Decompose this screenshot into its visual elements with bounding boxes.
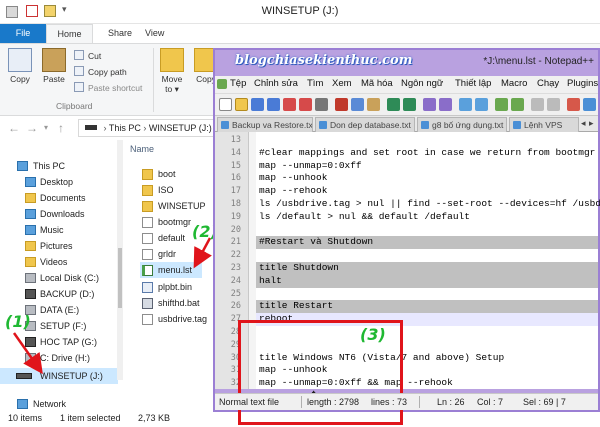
menu-xem[interactable]: Xem xyxy=(332,78,352,89)
sync-scroll-icon[interactable] xyxy=(495,98,508,111)
annotation-step-1: (1) xyxy=(5,312,31,331)
tab-label: Lệnh VPS xyxy=(524,120,563,130)
zoom-in-icon[interactable] xyxy=(459,98,472,111)
code-line[interactable]: #clear mappings and set root in case we … xyxy=(259,147,595,158)
code-line[interactable]: map --unmap=0:0xff xyxy=(259,160,362,171)
code-line[interactable]: map --unhook xyxy=(259,172,327,183)
status-length: length : 2798 xyxy=(307,397,360,407)
status-lines: lines : 73 xyxy=(371,397,408,407)
code-editor[interactable]: 13 14 #clear mappings and set root in case… xyxy=(215,132,600,425)
npp-titlebar: blogchiasekienthuc.com *J:\menu.lst - No… xyxy=(215,50,598,76)
code-line[interactable]: ls /default > nul && default /default xyxy=(259,211,470,222)
redo-icon[interactable] xyxy=(403,98,416,111)
status-file-type: Normal text file xyxy=(219,397,280,407)
line-number: 20 xyxy=(230,224,241,235)
indent-guide-icon[interactable] xyxy=(547,98,560,111)
tab-backup-restore[interactable]: Backup va Restore.txt xyxy=(217,117,313,132)
menu-thiet-lap[interactable]: Thiết lập xyxy=(455,78,491,89)
paste-icon[interactable] xyxy=(367,98,380,111)
watermark-text: blogchiasekienthuc.com xyxy=(235,53,413,68)
menu-ngon-ngu[interactable]: Ngôn ngữ xyxy=(401,78,443,89)
tab-label: g8 bố ứng dụng.txt xyxy=(432,120,504,130)
menu-tim[interactable]: Tìm xyxy=(307,78,323,89)
file-tab-icon xyxy=(221,121,229,129)
zoom-out-icon[interactable] xyxy=(475,98,488,111)
macro-play-icon[interactable] xyxy=(583,98,596,111)
show-all-chars-icon[interactable] xyxy=(531,98,544,111)
menu-tep[interactable]: Tệp xyxy=(230,78,246,89)
menu-chay[interactable]: Chạy xyxy=(537,78,559,89)
status-col: Col : 7 xyxy=(477,397,504,407)
npp-tab-bar: Backup va Restore.txt Don dep database.t… xyxy=(215,116,598,132)
npp-status-bar: Normal text file length : 2798 lines : 7… xyxy=(215,393,598,410)
tab-label: Backup va Restore.txt xyxy=(232,120,313,130)
tab-scroll-right-icon[interactable]: ▸ xyxy=(589,118,594,129)
copy-icon[interactable] xyxy=(351,98,364,111)
status-sel: Sel : 69 | 7 xyxy=(523,397,566,407)
undo-icon[interactable] xyxy=(387,98,400,111)
code-line[interactable]: title Shutdown xyxy=(259,262,339,273)
line-number: 16 xyxy=(230,173,241,184)
save-icon[interactable] xyxy=(251,98,264,111)
status-ln: Ln : 26 xyxy=(437,397,465,407)
notepad-plus-plus-window: blogchiasekienthuc.com *J:\menu.lst - No… xyxy=(213,48,600,425)
file-tab-icon xyxy=(513,121,521,129)
npp-window-title: *J:\menu.lst - Notepad++ xyxy=(483,56,594,67)
tab-lenh-vps[interactable]: Lệnh VPS xyxy=(509,117,579,132)
line-number: 15 xyxy=(230,160,241,171)
line-number: 24 xyxy=(230,275,241,286)
line-number: 14 xyxy=(230,147,241,158)
annotation-step-3: (3) xyxy=(360,325,386,344)
menu-macro[interactable]: Macro xyxy=(501,78,527,89)
npp-menu-bar: Tệp Chỉnh sửa Tìm Xem Mã hóa Ngôn ngữ Th… xyxy=(215,76,598,93)
code-line[interactable]: map --rehook xyxy=(259,185,327,196)
code-line[interactable]: ls /usbdrive.tag > nul || find --set-roo… xyxy=(259,198,600,209)
print-icon[interactable] xyxy=(315,98,328,111)
file-tab-icon xyxy=(319,121,327,129)
code-line[interactable]: #Restart và Shutdown xyxy=(259,236,373,247)
arrow-to-winsetup-drive xyxy=(12,332,43,375)
word-wrap-icon[interactable] xyxy=(511,98,524,111)
replace-icon[interactable] xyxy=(439,98,452,111)
tab-don-dep-database[interactable]: Don dep database.txt xyxy=(315,117,415,132)
save-all-icon[interactable] xyxy=(267,98,280,111)
tab-scroll-left-icon[interactable]: ◂ xyxy=(581,118,586,129)
new-file-icon[interactable] xyxy=(219,98,232,111)
close-all-icon[interactable] xyxy=(299,98,312,111)
macro-record-icon[interactable] xyxy=(567,98,580,111)
tab-g8-bo-ung-dung[interactable]: g8 bố ứng dụng.txt xyxy=(417,117,507,132)
selection-highlight xyxy=(256,274,598,288)
arrow-to-menu-lst xyxy=(193,237,212,269)
cut-icon[interactable] xyxy=(335,98,348,111)
line-number: 19 xyxy=(230,211,241,222)
line-number: 25 xyxy=(230,288,241,299)
tab-label: Don dep database.txt xyxy=(330,120,411,130)
line-number: 23 xyxy=(230,263,241,273)
line-number: 18 xyxy=(230,199,241,209)
line-number: 22 xyxy=(230,250,241,261)
code-line[interactable]: title Restart xyxy=(259,300,333,311)
npp-app-icon[interactable] xyxy=(217,79,227,89)
status-divider xyxy=(419,396,420,408)
menu-ma-hoa[interactable]: Mã hóa xyxy=(361,78,393,89)
close-file-icon[interactable] xyxy=(283,98,296,111)
menu-chinh-sua[interactable]: Chỉnh sửa xyxy=(254,78,298,89)
code-line[interactable]: halt xyxy=(259,275,282,286)
line-number: 13 xyxy=(230,135,241,145)
line-number: 17 xyxy=(230,186,241,197)
open-file-icon[interactable] xyxy=(235,98,248,111)
line-number: 26 xyxy=(230,301,241,312)
file-tab-icon xyxy=(421,121,429,129)
status-divider xyxy=(301,396,302,408)
find-icon[interactable] xyxy=(423,98,436,111)
npp-toolbar xyxy=(215,93,598,116)
line-number: 21 xyxy=(230,237,241,248)
menu-plugins[interactable]: Plugins xyxy=(567,78,598,89)
